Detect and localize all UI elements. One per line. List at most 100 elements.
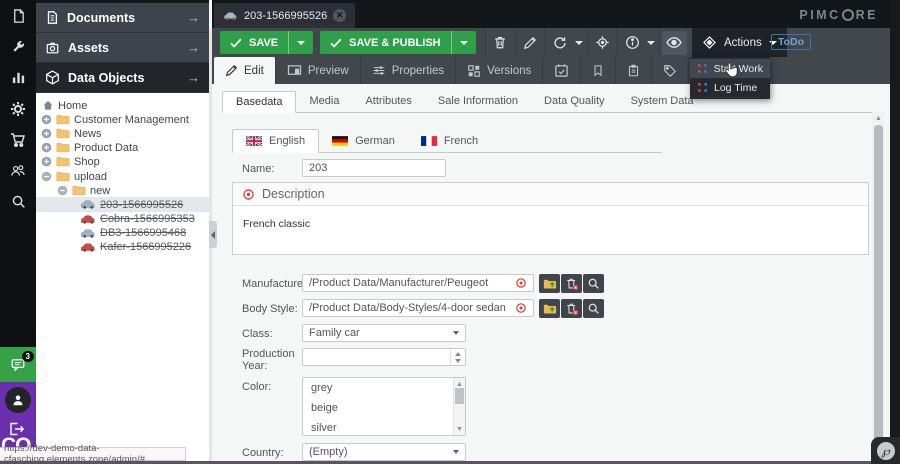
country-select[interactable]: (Empty) (302, 443, 466, 461)
body-style-input[interactable]: /Product Data/Body-Styles/4-door sedan (302, 299, 534, 317)
user-avatar[interactable] (5, 387, 31, 413)
reports-rail-button[interactable] (0, 62, 36, 93)
minus-circle-icon[interactable] (57, 185, 68, 196)
tree-item-kafer[interactable]: Kafer-1566995226 (36, 240, 209, 254)
car-icon (80, 242, 96, 252)
tab-scheduled-tasks[interactable] (543, 57, 581, 84)
color-option-grey[interactable]: grey (303, 378, 465, 398)
body-style-remove-button[interactable] (561, 299, 582, 318)
tree-item-upload[interactable]: upload (36, 169, 209, 183)
lang-tab-english[interactable]: English (232, 129, 319, 153)
tree-item-db3[interactable]: DB3-1566995468 (36, 226, 209, 240)
minus-circle-icon[interactable] (41, 171, 52, 182)
delete-button[interactable] (488, 31, 513, 55)
production-year-spinner[interactable] (302, 348, 466, 366)
tab-tags[interactable] (652, 57, 689, 84)
customers-rail-button[interactable] (0, 155, 36, 186)
plus-circle-icon[interactable] (41, 156, 52, 167)
spinner-buttons[interactable] (450, 350, 464, 364)
tag-icon (663, 64, 677, 78)
toolbar-divider (617, 28, 618, 57)
menu-item-log-time[interactable]: Log Time (690, 78, 770, 97)
locate-in-tree-button[interactable] (590, 31, 615, 55)
lang-tab-german[interactable]: German (319, 129, 408, 152)
plus-circle-icon[interactable] (41, 128, 52, 139)
info-button[interactable] (620, 31, 645, 55)
info-menu-caret[interactable] (645, 41, 657, 45)
notifications-button[interactable]: 3 (0, 347, 36, 382)
accordion-assets[interactable]: Assets → (36, 33, 209, 63)
manufacturer-search-button[interactable] (583, 274, 604, 293)
save-publish-button[interactable]: SAVE & PUBLISH (320, 31, 475, 54)
corner-widget[interactable]: ℘ (871, 437, 900, 464)
tree-item-shop[interactable]: Shop (36, 155, 209, 169)
main-area: 203-1566995526 ✕ PIMCRE SAVE SAVE & PUBL… (212, 0, 900, 464)
close-icon[interactable]: ✕ (333, 9, 346, 22)
subtab-attributes[interactable]: Attributes (352, 91, 424, 112)
plus-circle-icon[interactable] (41, 142, 52, 153)
description-text[interactable]: French classic (233, 206, 868, 242)
color-multiselect[interactable]: grey beige silver ▲ ▼ (302, 377, 466, 436)
manufacturer-remove-button[interactable] (561, 274, 582, 293)
manufacturer-open-button[interactable] (539, 274, 560, 293)
tab-edit[interactable]: Edit (214, 57, 276, 84)
manufacturer-input[interactable]: /Product Data/Manufacturer/Peugeot (302, 274, 534, 292)
sidebar-collapse-handle[interactable] (209, 221, 217, 248)
tree-item-203[interactable]: 203-1566995526 (36, 197, 209, 211)
lang-tab-french[interactable]: French (408, 129, 491, 152)
body-style-open-button[interactable] (539, 299, 560, 318)
tab-notes-events[interactable] (581, 57, 616, 84)
search-rail-button[interactable] (0, 186, 36, 217)
tree-item-cobra[interactable]: Cobra-1566995353 (36, 212, 209, 226)
ecommerce-rail-button[interactable] (0, 124, 36, 155)
tree-item-home[interactable]: Home (36, 98, 209, 112)
home-icon (42, 100, 54, 111)
accordion-documents[interactable]: Documents → (36, 3, 209, 33)
open-object-tab[interactable]: 203-1566995526 ✕ (214, 3, 355, 28)
subtab-sale-information[interactable]: Sale Information (425, 91, 531, 112)
color-list-scrollbar[interactable]: ▲ ▼ (453, 378, 465, 435)
accordion-data-objects[interactable]: Data Objects → (36, 63, 209, 93)
plus-circle-icon[interactable] (41, 114, 52, 125)
scroll-thumb[interactable] (874, 125, 883, 455)
tab-versions[interactable]: Versions (456, 57, 543, 84)
subtab-media[interactable]: Media (296, 91, 352, 112)
vertical-scrollbar[interactable]: ▲ (872, 112, 885, 461)
reload-button[interactable] (548, 31, 573, 55)
document-icon (11, 8, 26, 24)
name-input[interactable] (302, 159, 446, 177)
tree-item-news[interactable]: News (36, 126, 209, 140)
rename-button[interactable] (518, 31, 543, 55)
tab-preview[interactable]: Preview (276, 57, 361, 84)
class-select[interactable]: Family car (302, 324, 466, 342)
tree-item-product-data[interactable]: Product Data (36, 141, 209, 155)
tab-reports[interactable] (616, 57, 652, 84)
scroll-thumb[interactable] (455, 388, 464, 404)
tree-item-customer-management[interactable]: Customer Management (36, 112, 209, 126)
arrow-right-icon: → (187, 10, 200, 25)
scroll-up-icon[interactable]: ▲ (872, 112, 885, 124)
tools-rail-button[interactable] (0, 31, 36, 62)
color-option-silver[interactable]: silver (303, 418, 465, 438)
subtab-data-quality[interactable]: Data Quality (531, 91, 618, 112)
car-icon (223, 11, 238, 20)
tab-properties[interactable]: Properties (361, 57, 456, 84)
color-option-beige[interactable]: beige (303, 398, 465, 418)
scroll-down-icon[interactable]: ▼ (454, 423, 465, 435)
save-publish-menu-caret[interactable] (451, 31, 476, 54)
documents-rail-button[interactable] (0, 0, 36, 31)
subtab-basedata[interactable]: Basedata (222, 91, 296, 113)
save-button[interactable]: SAVE (220, 31, 313, 54)
tree-item-new[interactable]: new (36, 183, 209, 197)
settings-rail-button[interactable] (0, 93, 36, 124)
reload-menu-caret[interactable] (573, 41, 585, 45)
preview-visibility-button[interactable] (662, 31, 687, 55)
search-icon (11, 194, 26, 209)
camera-icon (45, 41, 60, 55)
sidebar: Documents → Assets → Data Objects → Home… (36, 0, 209, 464)
toolbar-divider (485, 28, 486, 57)
notification-count-badge: 3 (22, 351, 34, 362)
save-menu-caret[interactable] (288, 31, 313, 54)
body-style-search-button[interactable] (583, 299, 604, 318)
eye-icon (666, 36, 682, 49)
